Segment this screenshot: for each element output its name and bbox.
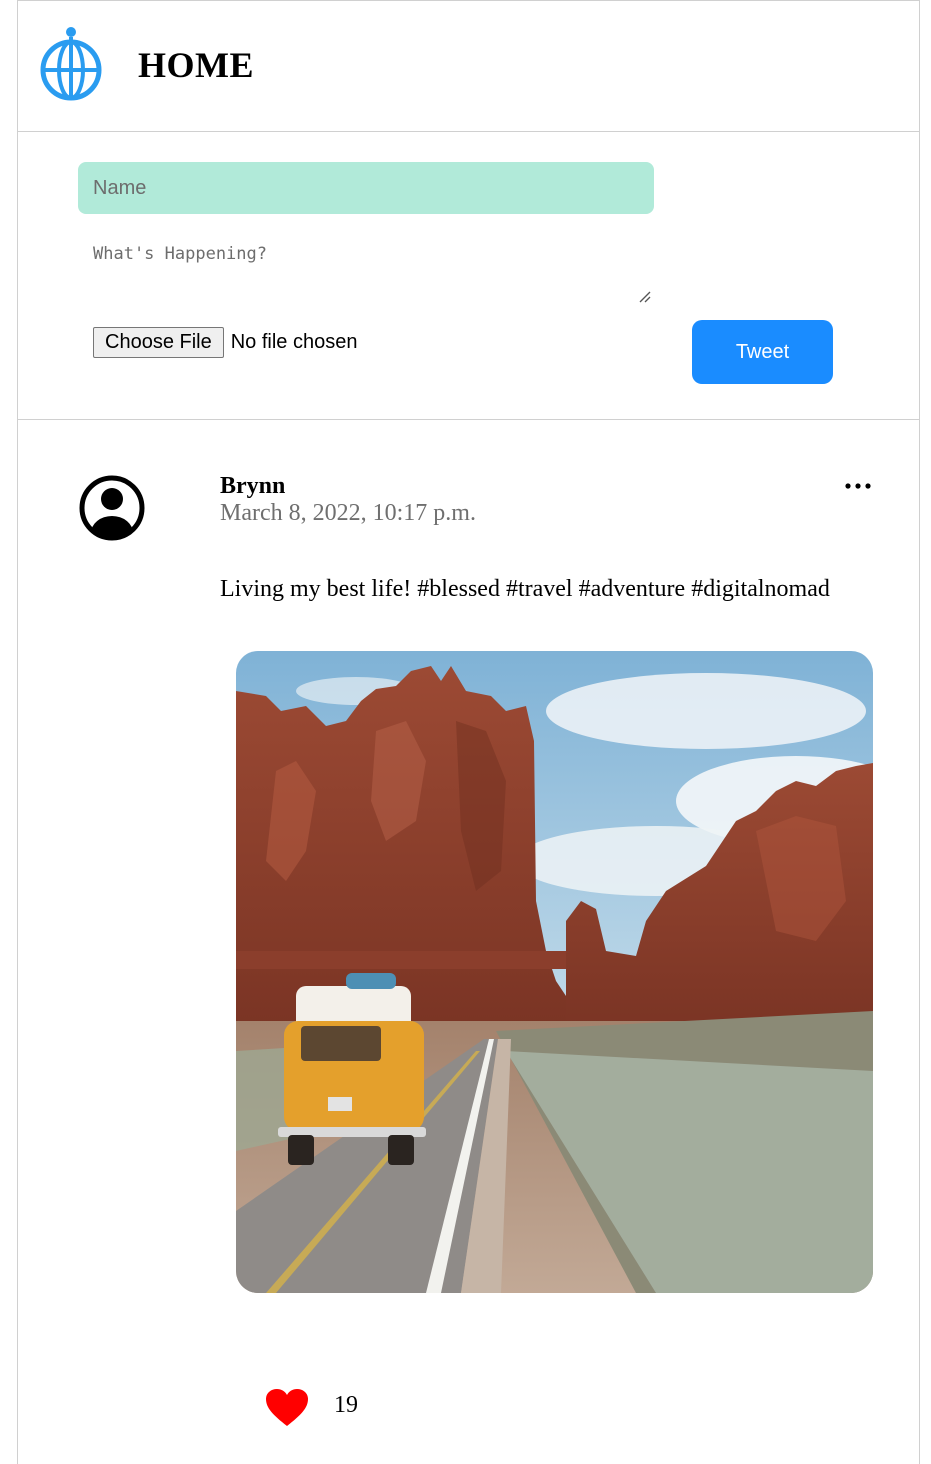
page-title: HOME xyxy=(138,45,254,85)
post-card: Brynn March 8, 2022, 10:17 p.m. Living m… xyxy=(17,420,920,1464)
globe-icon[interactable] xyxy=(39,26,103,102)
more-options-icon[interactable] xyxy=(843,478,873,494)
choose-file-button[interactable]: Choose File xyxy=(93,327,224,358)
like-count: 19 xyxy=(334,1392,358,1418)
tweet-button[interactable]: Tweet xyxy=(692,320,833,384)
post-author[interactable]: Brynn xyxy=(220,473,285,500)
post-image[interactable] xyxy=(236,651,873,1293)
post-text: Living my best life! #blessed #travel #a… xyxy=(220,576,830,602)
header: HOME xyxy=(17,0,920,132)
file-picker: Choose File No file chosen xyxy=(93,327,357,358)
whats-happening-input[interactable] xyxy=(78,232,654,306)
name-input[interactable] xyxy=(78,162,654,214)
tweet-composer: Choose File No file chosen Tweet xyxy=(17,132,920,420)
file-status: No file chosen xyxy=(230,331,358,353)
post-timestamp: March 8, 2022, 10:17 p.m. xyxy=(220,500,476,526)
resize-handle-icon[interactable] xyxy=(638,290,652,304)
user-avatar-icon[interactable] xyxy=(79,475,145,541)
heart-icon[interactable] xyxy=(265,1388,309,1428)
